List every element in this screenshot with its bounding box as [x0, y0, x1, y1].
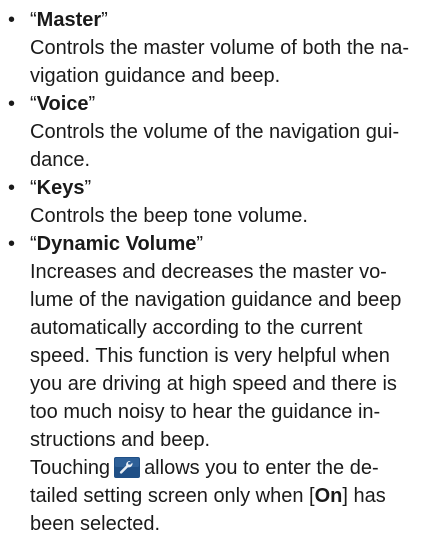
term-dynamic-volume: “Dynamic Volume” — [30, 233, 204, 255]
wrench-settings-icon[interactable] — [114, 457, 141, 478]
bullet: • — [8, 233, 16, 255]
note-line: been selected. — [30, 513, 161, 535]
description-voice: Controls the volume of the navigation gu… — [30, 118, 422, 174]
bullet: • — [8, 9, 16, 31]
description-line: vigation guidance and beep. — [30, 65, 281, 87]
term-keys: “Keys” — [30, 177, 92, 199]
term-label: Keys — [36, 177, 85, 199]
description-line: dance. — [30, 149, 91, 171]
description-line: too much noisy to hear the guidance in- — [30, 401, 381, 423]
description-keys: Controls the beep tone volume. — [30, 202, 422, 230]
description-line: speed. This function is very helpful whe… — [30, 345, 390, 367]
bullet: • — [8, 93, 16, 115]
description-line: Controls the volume of the navigation gu… — [30, 121, 400, 143]
description-master: Controls the master volume of both the n… — [30, 34, 422, 90]
on-option-label: On — [314, 485, 343, 507]
description-line: Increases and decreases the master vo- — [30, 261, 387, 283]
description-line: Controls the master volume of both the n… — [30, 37, 410, 59]
note-line: Touching allows you to enter the de- — [30, 457, 379, 479]
description-dynamic-volume: Increases and decreases the master vo- l… — [30, 258, 422, 538]
description-line: automatically according to the current — [30, 317, 363, 339]
list-item-voice: • “Voice” Controls the volume of the nav… — [0, 90, 428, 174]
term-label: Dynamic Volume — [36, 233, 197, 255]
description-line: lume of the navigation guidance and beep — [30, 289, 402, 311]
term-master: “Master” — [30, 9, 108, 31]
description-line: structions and beep. — [30, 429, 211, 451]
bullet: • — [8, 177, 16, 199]
term-label: Voice — [36, 93, 89, 115]
list-item-master: • “Master” Controls the master volume of… — [0, 6, 428, 90]
term-label: Master — [36, 9, 102, 31]
list-item-keys: • “Keys” Controls the beep tone volume. — [0, 174, 428, 230]
list-item-dynamic-volume: • “Dynamic Volume” Increases and decreas… — [0, 230, 428, 538]
settings-list: • “Master” Controls the master volume of… — [0, 6, 428, 538]
description-line: you are driving at high speed and there … — [30, 373, 397, 395]
note-line: tailed setting screen only when [On] has — [30, 485, 386, 507]
term-voice: “Voice” — [30, 93, 96, 115]
manual-page: • “Master” Controls the master volume of… — [0, 0, 428, 535]
description-line: Controls the beep tone volume. — [30, 205, 308, 227]
